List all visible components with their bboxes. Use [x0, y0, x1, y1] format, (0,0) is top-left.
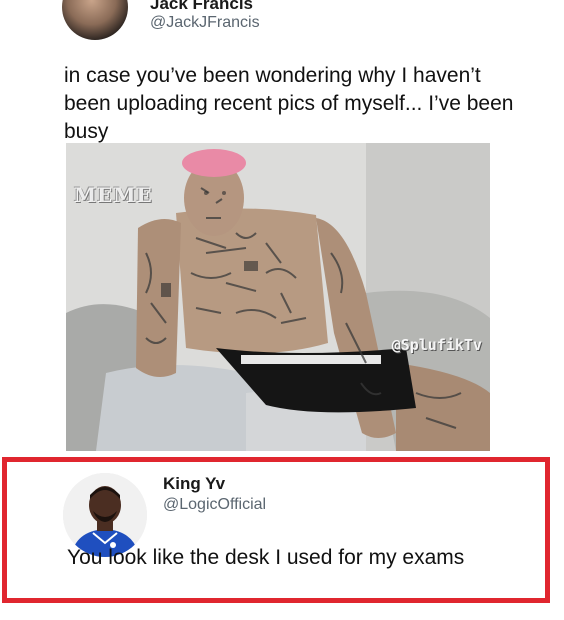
photo-watermark-meme: MEME — [74, 183, 153, 207]
author-name[interactable]: Jack Francis — [150, 0, 253, 14]
photo-watermark-handle: @SplufikTv — [391, 336, 482, 354]
original-tweet: Jack Francis @JackJFrancis in case you’v… — [0, 0, 564, 455]
tweet-text: in case you’ve been wondering why I have… — [64, 64, 514, 143]
author-handle[interactable]: @JackJFrancis — [150, 14, 260, 32]
tweet-photo[interactable]: MEME @SplufikTv — [66, 143, 490, 451]
reply-author-handle[interactable]: @LogicOfficial — [163, 496, 266, 514]
avatar[interactable] — [62, 0, 128, 40]
reply-text: You look like the desk I used for my exa… — [67, 546, 465, 569]
highlighted-reply: King Yv @LogicOfficial You look like the… — [2, 457, 550, 603]
reply-author-name[interactable]: King Yv — [163, 474, 225, 494]
